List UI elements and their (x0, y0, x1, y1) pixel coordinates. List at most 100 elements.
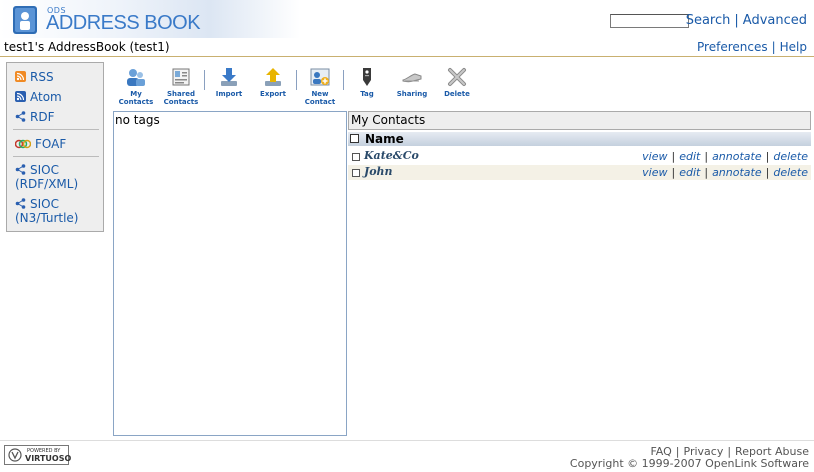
sidebar-item-label: SIOC (30, 163, 59, 177)
delete-link[interactable]: delete (773, 166, 808, 179)
shared-contacts-icon (172, 68, 190, 86)
sidebar-item-sioc-n3[interactable]: SIOC (N3/Turtle) (15, 197, 79, 225)
sioc-share-icon (15, 164, 26, 175)
sidebar-item-atom[interactable]: Atom (15, 90, 62, 104)
contacts-table-header: Name (348, 132, 811, 146)
toolbar-label: Contact (304, 98, 336, 106)
export-button[interactable]: Export (256, 66, 290, 98)
sidebar-item-label: Atom (30, 90, 62, 104)
separator: | (771, 40, 776, 54)
delete-link[interactable]: delete (773, 150, 808, 163)
preference-links: Preferences | Help (697, 40, 807, 54)
sidebar-item-label: FOAF (35, 137, 67, 151)
view-link[interactable]: view (642, 150, 667, 163)
tags-panel: no tags (113, 111, 347, 436)
copyright-text: Copyright © 1999-2007 OpenLink Software (569, 457, 809, 470)
toolbar-label: New (311, 90, 329, 98)
search-input[interactable] (610, 14, 689, 28)
rdf-share-icon (15, 111, 26, 122)
import-button[interactable]: Import (212, 66, 246, 98)
sidebar-item-label: SIOC (30, 197, 59, 211)
toolbar-label: Import (215, 90, 243, 98)
contact-name-link[interactable]: Kate&Co (364, 149, 419, 163)
import-icon (221, 68, 237, 86)
toolbar-divider (296, 70, 297, 90)
sidebar-item-rss[interactable]: RSS (15, 70, 54, 84)
sharing-icon (402, 73, 422, 83)
edit-link[interactable]: edit (679, 150, 700, 163)
export-icon (265, 68, 281, 86)
contacts-panel: My Contacts Name Kate&Co view | edit | annot… (348, 111, 811, 211)
row-actions: view | edit | annotate | delete (642, 166, 808, 180)
separator: | (704, 166, 709, 179)
toolbar-label: Shared (167, 90, 195, 98)
feeds-sidebar: RSS Atom RDF FOAF SIOC (RDF/XML) SIOC (N3/… (6, 62, 104, 232)
separator: | (671, 166, 676, 179)
no-tags-text: no tags (115, 113, 160, 127)
powered-by-virtuoso-badge[interactable]: POWERED BY VIRTUOSO (4, 445, 72, 465)
header-divider (0, 56, 814, 57)
tag-icon (363, 68, 371, 86)
footer-divider (0, 440, 814, 441)
toolbar-label: Tag (360, 90, 374, 98)
rss-icon (15, 71, 26, 82)
new-contact-icon (310, 68, 330, 86)
sidebar-item-sublabel: (N3/Turtle) (15, 211, 79, 225)
toolbar-label: Sharing (396, 90, 428, 98)
foaf-icon (15, 139, 31, 149)
preferences-link[interactable]: Preferences (697, 40, 768, 54)
separator: | (765, 166, 770, 179)
select-all-checkbox[interactable] (350, 134, 359, 143)
row-checkbox[interactable] (352, 169, 360, 177)
my-contacts-button[interactable]: My Contacts (113, 66, 159, 106)
sidebar-divider (13, 129, 99, 130)
tag-button[interactable]: Tag (352, 66, 382, 98)
row-actions: view | edit | annotate | delete (642, 150, 808, 164)
separator: | (704, 150, 709, 163)
advanced-search-link[interactable]: Advanced (743, 13, 807, 28)
brand-title: ADDRESS BOOK (46, 12, 201, 34)
toolbar-divider (343, 70, 344, 90)
top-links: Search | Advanced (686, 13, 807, 28)
sioc-share-icon (15, 198, 26, 209)
badge-product-name: VIRTUOSO (25, 454, 72, 463)
annotate-link[interactable]: annotate (712, 150, 762, 163)
delete-icon (448, 68, 466, 86)
view-link[interactable]: view (642, 166, 667, 179)
sidebar-item-label: RSS (30, 70, 54, 84)
sharing-button[interactable]: Sharing (395, 66, 429, 98)
separator: | (671, 150, 676, 163)
sidebar-item-foaf[interactable]: FOAF (15, 137, 66, 151)
help-link[interactable]: Help (780, 40, 807, 54)
shared-contacts-button[interactable]: Shared Contacts (162, 66, 200, 106)
toolbar-label: My Contacts (118, 90, 154, 106)
sidebar-item-label: RDF (30, 110, 55, 124)
separator: | (734, 13, 739, 28)
virtuoso-logo-icon (8, 448, 22, 462)
contacts-panel-title: My Contacts (348, 111, 811, 130)
separator: | (765, 150, 770, 163)
address-book-logo-icon (13, 6, 37, 34)
table-row: Kate&Co view | edit | annotate | delete (348, 149, 811, 164)
edit-link[interactable]: edit (679, 166, 700, 179)
delete-button[interactable]: Delete (440, 66, 474, 98)
page-title: test1's AddressBook (test1) (4, 40, 170, 54)
sidebar-divider (13, 156, 99, 157)
toolbar-divider (204, 70, 205, 90)
row-checkbox[interactable] (352, 153, 360, 161)
sidebar-item-sublabel: (RDF/XML) (15, 177, 79, 191)
new-contact-button[interactable]: New Contact (302, 66, 338, 106)
toolbar-label: Contacts (163, 98, 199, 106)
toolbar-label: Delete (444, 90, 470, 98)
contacts-icon (127, 69, 145, 86)
header: ODS ADDRESS BOOK Search | Advanced test1's… (0, 0, 814, 56)
table-row: John view | edit | annotate | delete (348, 165, 811, 180)
name-column-header[interactable]: Name (365, 132, 404, 146)
contact-name-link[interactable]: John (364, 165, 393, 179)
sidebar-item-rdf[interactable]: RDF (15, 110, 54, 124)
annotate-link[interactable]: annotate (712, 166, 762, 179)
search-link[interactable]: Search (686, 13, 731, 28)
atom-icon (15, 91, 26, 102)
sidebar-item-sioc-rdf[interactable]: SIOC (RDF/XML) (15, 163, 78, 191)
toolbar-label: Export (260, 90, 286, 98)
